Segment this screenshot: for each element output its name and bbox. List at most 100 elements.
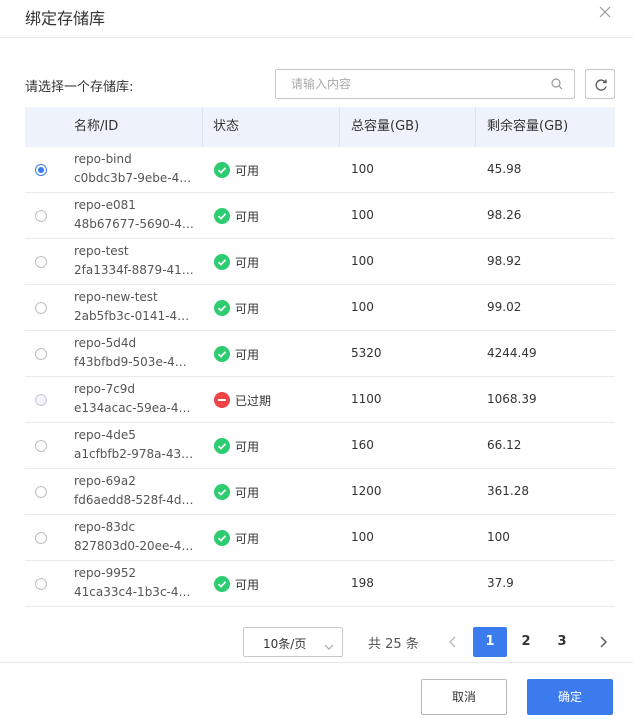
chevron-down-icon bbox=[324, 639, 334, 654]
chevron-right-icon bbox=[600, 636, 607, 648]
total-capacity: 100 bbox=[351, 208, 374, 222]
remaining-capacity: 37.9 bbox=[487, 576, 514, 590]
repo-id: e134acac-59ea-4b… bbox=[74, 401, 194, 415]
repo-id: f43bfbd9-503e-44… bbox=[74, 355, 194, 369]
cancel-button[interactable]: 取消 bbox=[421, 679, 507, 715]
total-capacity: 1200 bbox=[351, 484, 382, 498]
repo-name: repo-7c9d bbox=[74, 382, 136, 396]
check-circle-icon bbox=[214, 254, 230, 270]
check-circle-icon bbox=[214, 208, 230, 224]
table-row[interactable]: repo-test 2fa1334f-8879-41… 可用 100 98.92 bbox=[25, 239, 615, 285]
row-radio[interactable] bbox=[35, 164, 47, 176]
search-box bbox=[275, 69, 575, 99]
repo-name: repo-9952 bbox=[74, 566, 137, 580]
status-text: 已过期 bbox=[235, 394, 272, 408]
repo-name: repo-e081 bbox=[74, 198, 136, 212]
repo-id: 2ab5fb3c-0141-45… bbox=[74, 309, 194, 323]
repo-name: repo-69a2 bbox=[74, 474, 136, 488]
search-icon[interactable] bbox=[551, 78, 563, 90]
remaining-capacity: 66.12 bbox=[487, 438, 522, 452]
column-divider bbox=[475, 107, 476, 147]
refresh-button[interactable] bbox=[585, 69, 615, 99]
total-capacity: 198 bbox=[351, 576, 374, 590]
minus-circle-icon bbox=[214, 392, 230, 408]
repo-id: fd6aedd8-528f-4d… bbox=[74, 493, 194, 507]
table-row[interactable]: repo-bind c0bdc3b7-9ebe-4… 可用 100 45.98 bbox=[25, 147, 615, 193]
row-radio[interactable] bbox=[35, 302, 47, 314]
total-capacity: 160 bbox=[351, 438, 374, 452]
toolbar: 请选择一个存储库: bbox=[25, 69, 615, 99]
dialog-title: 绑定存储库 bbox=[25, 9, 106, 28]
row-radio[interactable] bbox=[35, 440, 47, 452]
page-size-value: 10条/页 bbox=[263, 637, 307, 651]
total-capacity: 100 bbox=[351, 162, 374, 176]
close-icon[interactable] bbox=[597, 4, 613, 20]
check-circle-icon bbox=[214, 484, 230, 500]
table-row[interactable]: repo-83dc 827803d0-20ee-4… 可用 100 100 bbox=[25, 515, 615, 561]
remaining-capacity: 98.26 bbox=[487, 208, 522, 222]
confirm-button[interactable]: 确定 bbox=[527, 679, 613, 715]
remaining-capacity: 1068.39 bbox=[487, 392, 537, 406]
repo-id: 827803d0-20ee-4… bbox=[74, 539, 194, 553]
next-page-button[interactable] bbox=[595, 634, 611, 650]
repository-table: 名称/ID 状态 总容量(GB) 剩余容量(GB) repo-bind c0bdc… bbox=[25, 107, 615, 607]
table-row[interactable]: repo-7c9d e134acac-59ea-4b… 已过期 1100 1068.39 bbox=[25, 377, 615, 423]
column-header-status: 状态 bbox=[213, 119, 240, 134]
page-button-3[interactable]: 3 bbox=[545, 627, 579, 657]
repo-name: repo-4de5 bbox=[74, 428, 136, 442]
dialog-footer: 取消 确定 bbox=[0, 662, 633, 719]
table-row[interactable]: repo-9952 41ca33c4-1b3c-4b… 可用 198 37.9 bbox=[25, 561, 615, 607]
remaining-capacity: 100 bbox=[487, 530, 510, 544]
check-circle-icon bbox=[214, 576, 230, 592]
total-capacity: 1100 bbox=[351, 392, 382, 406]
search-input[interactable] bbox=[276, 70, 546, 98]
repo-id: c0bdc3b7-9ebe-4… bbox=[74, 171, 192, 185]
column-header-name-id: 名称/ID bbox=[74, 119, 119, 134]
row-radio[interactable] bbox=[35, 532, 47, 544]
status-text: 可用 bbox=[235, 486, 260, 500]
pagination: 10条/页 共 25 条 1 2 3 bbox=[0, 626, 633, 658]
table-row[interactable]: repo-e081 48b67677-5690-4f… 可用 100 98.26 bbox=[25, 193, 615, 239]
page-size-select[interactable]: 10条/页 bbox=[243, 627, 343, 657]
table-row[interactable]: repo-69a2 fd6aedd8-528f-4d… 可用 1200 361.28 bbox=[25, 469, 615, 515]
total-capacity: 100 bbox=[351, 300, 374, 314]
row-radio[interactable] bbox=[35, 486, 47, 498]
table-header: 名称/ID 状态 总容量(GB) 剩余容量(GB) bbox=[25, 107, 615, 147]
repo-name: repo-bind bbox=[74, 152, 132, 166]
check-circle-icon bbox=[214, 162, 230, 178]
repo-name: repo-test bbox=[74, 244, 129, 258]
remaining-capacity: 361.28 bbox=[487, 484, 529, 498]
column-header-remaining-capacity: 剩余容量(GB) bbox=[487, 119, 569, 134]
column-divider bbox=[339, 107, 340, 147]
repo-id: 48b67677-5690-4f… bbox=[74, 217, 194, 231]
column-divider bbox=[202, 107, 203, 147]
row-radio[interactable] bbox=[35, 394, 47, 406]
column-header-total-capacity: 总容量(GB) bbox=[351, 119, 420, 134]
check-circle-icon bbox=[214, 438, 230, 454]
status-text: 可用 bbox=[235, 302, 260, 316]
row-radio[interactable] bbox=[35, 256, 47, 268]
check-circle-icon bbox=[214, 530, 230, 546]
table-row[interactable]: repo-5d4d f43bfbd9-503e-44… 可用 5320 4244.49 bbox=[25, 331, 615, 377]
total-count: 共 25 条 bbox=[368, 637, 419, 652]
status-text: 可用 bbox=[235, 210, 260, 224]
row-radio[interactable] bbox=[35, 210, 47, 222]
table-row[interactable]: repo-new-test 2ab5fb3c-0141-45… 可用 100 99.02 bbox=[25, 285, 615, 331]
prev-page-button[interactable] bbox=[445, 634, 461, 650]
row-radio[interactable] bbox=[35, 348, 47, 360]
status-text: 可用 bbox=[235, 578, 260, 592]
dialog-header: 绑定存储库 bbox=[0, 0, 633, 38]
page-button-2[interactable]: 2 bbox=[509, 627, 543, 657]
status-text: 可用 bbox=[235, 164, 260, 178]
total-capacity: 100 bbox=[351, 254, 374, 268]
remaining-capacity: 4244.49 bbox=[487, 346, 537, 360]
check-circle-icon bbox=[214, 346, 230, 362]
bind-repository-dialog: 绑定存储库 请选择一个存储库: 名称/ID 状态 总容量(GB) 剩余容量(GB… bbox=[0, 0, 633, 719]
page-button-1[interactable]: 1 bbox=[473, 627, 507, 657]
remaining-capacity: 99.02 bbox=[487, 300, 522, 314]
refresh-icon bbox=[595, 79, 607, 91]
status-text: 可用 bbox=[235, 440, 260, 454]
row-radio[interactable] bbox=[35, 578, 47, 590]
table-row[interactable]: repo-4de5 a1cfbfb2-978a-43… 可用 160 66.12 bbox=[25, 423, 615, 469]
status-text: 可用 bbox=[235, 532, 260, 546]
